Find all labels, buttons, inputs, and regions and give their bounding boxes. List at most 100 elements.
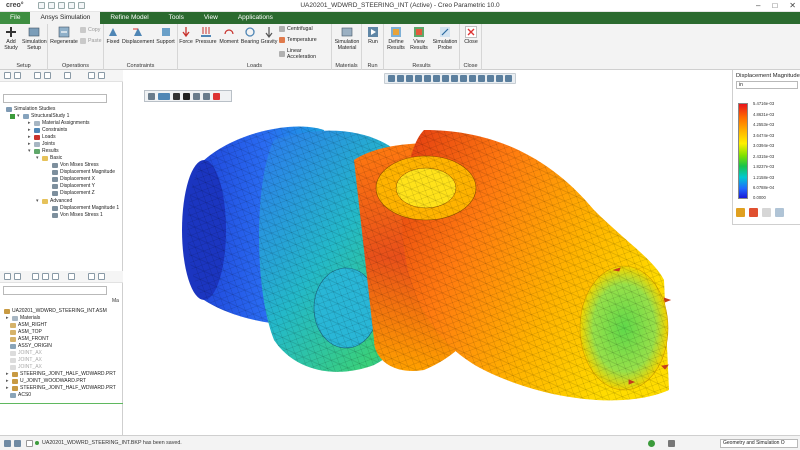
- tree-node-basic[interactable]: ▾ Basic: [36, 155, 62, 161]
- tree-node-displacement-magnitude[interactable]: Displacement Magnitude: [52, 169, 115, 175]
- tree-node-assembly[interactable]: UA20201_WDWRD_STEERING_INT.ASM: [4, 308, 107, 314]
- fixed-button[interactable]: Fixed: [105, 26, 121, 45]
- collapse-icon[interactable]: [98, 273, 105, 280]
- selection-filter-icon[interactable]: [668, 440, 675, 447]
- tree-node-joint-ax-2[interactable]: JOINT_AX: [10, 357, 42, 363]
- tree-columns-icon[interactable]: [32, 273, 39, 280]
- copy-button[interactable]: Copy: [80, 27, 100, 33]
- tab-tools[interactable]: Tools: [159, 12, 194, 24]
- tree-node-structural-study[interactable]: ▾ StructuralStudy 1: [10, 113, 69, 119]
- tree-node-steering-joint-half-1[interactable]: ▸ STEERING_JOINT_HALF_WDWARD.PRT: [6, 371, 116, 377]
- tree-node-displacement-y[interactable]: Displacement Y: [52, 183, 95, 189]
- tree-node-von-mises-stress[interactable]: Von Mises Stress: [52, 162, 99, 168]
- sim-tree-search-input[interactable]: [3, 94, 107, 103]
- selection-filter-select[interactable]: Geometry and Simulation O: [720, 439, 798, 448]
- browser-toggle-icon[interactable]: [14, 440, 21, 447]
- legend-settings-icon[interactable]: [775, 208, 784, 217]
- support-button[interactable]: Support: [155, 26, 176, 45]
- moment-button[interactable]: Moment: [218, 26, 240, 45]
- legend-tick: 1.8237e-03: [753, 164, 775, 169]
- tab-applications[interactable]: Applications: [228, 12, 283, 24]
- collapse-icon[interactable]: [98, 72, 105, 79]
- legend-spectrum-icon[interactable]: [762, 208, 771, 217]
- layer-icon[interactable]: [52, 273, 59, 280]
- tab-view[interactable]: View: [194, 12, 228, 24]
- regen-status-icon[interactable]: [648, 440, 655, 447]
- displacement-button[interactable]: Displacement: [122, 26, 154, 45]
- tree-node-asm-right[interactable]: ASM_RIGHT: [10, 322, 47, 328]
- maximize-icon[interactable]: □: [772, 1, 777, 10]
- active-checkbox-icon[interactable]: [10, 113, 15, 119]
- tree-node-joints[interactable]: ▸ Joints: [28, 141, 55, 147]
- graphics-viewport[interactable]: [124, 70, 732, 435]
- tree-node-u-joint[interactable]: ▸ U_JOINT_WOODWARD.PRT: [6, 378, 86, 384]
- tab-ansys-simulation[interactable]: Ansys Simulation: [30, 12, 101, 24]
- unit-select[interactable]: in: [736, 81, 798, 89]
- simulation-probe-button[interactable]: Simulation Probe: [431, 26, 459, 51]
- expand-icon[interactable]: [88, 273, 95, 280]
- tree-node-asm-top[interactable]: ASM_TOP: [10, 329, 42, 335]
- tree-columns-icon[interactable]: [34, 72, 41, 79]
- tree-node-steering-joint-half-2[interactable]: ▸ STEERING_JOINT_HALF_WDWARD.PRT: [6, 385, 116, 391]
- paste-button[interactable]: Paste: [80, 38, 102, 44]
- display-icon[interactable]: [68, 273, 75, 280]
- pressure-button[interactable]: Pressure: [195, 26, 217, 45]
- close-button[interactable]: Close: [462, 26, 480, 45]
- layer-icon[interactable]: [64, 72, 71, 79]
- show-icon[interactable]: [44, 72, 51, 79]
- coordinate-system-icon: [10, 343, 16, 349]
- tree-node-material-assignments[interactable]: ▸ Material Assignments: [28, 120, 90, 126]
- define-results-button[interactable]: Define Results: [385, 26, 407, 51]
- tree-node-acs0[interactable]: ACS0: [10, 392, 31, 398]
- close-window-icon[interactable]: ✕: [789, 1, 796, 10]
- tree-node-asm-front[interactable]: ASM_FRONT: [10, 336, 49, 342]
- legend-tick: 2.4315e-03: [753, 153, 775, 159]
- legend-edit-icon[interactable]: [749, 208, 758, 217]
- tree-node-results[interactable]: ▾ Results: [28, 148, 59, 154]
- fullscreen-icon[interactable]: [26, 440, 33, 447]
- tab-file[interactable]: File: [0, 12, 31, 24]
- tree-node-displacement-magnitude-1[interactable]: Displacement Magnitude 1: [52, 205, 119, 211]
- legend-tick: 6.0788e-04: [753, 185, 775, 190]
- tree-node-advanced[interactable]: ▾ Advanced: [36, 198, 72, 204]
- force-button[interactable]: Force: [178, 26, 194, 45]
- result-icon: [52, 183, 58, 189]
- run-button[interactable]: Run: [364, 26, 382, 45]
- probe-icon: [439, 26, 451, 38]
- tree-node-loads[interactable]: ▸ Loads: [28, 134, 56, 140]
- simulation-material-button[interactable]: Simulation Material: [333, 26, 361, 51]
- tree-node-materials[interactable]: ▸ Materials: [6, 315, 40, 321]
- tab-refine-model[interactable]: Refine Model: [100, 12, 158, 24]
- tree-node-displacement-z[interactable]: Displacement Z: [52, 190, 95, 196]
- simulation-model-render[interactable]: [124, 70, 732, 435]
- panel-toggle-icon[interactable]: [4, 440, 11, 447]
- tree-node-assy-origin[interactable]: ASSY_ORIGIN: [10, 343, 52, 349]
- simulation-setup-button[interactable]: Simulation Setup: [22, 26, 47, 51]
- tree-node-von-mises-stress-1[interactable]: Von Mises Stress 1: [52, 212, 103, 218]
- view-results-icon: [413, 26, 425, 38]
- tree-node-constraints[interactable]: ▸ Constraints: [28, 127, 67, 133]
- minimize-icon[interactable]: –: [756, 1, 760, 10]
- filter-icon[interactable]: [14, 273, 21, 280]
- model-tree-search-input[interactable]: [3, 286, 107, 295]
- tree-node-joint-ax-3[interactable]: JOINT_AX: [10, 364, 42, 370]
- gravity-button[interactable]: Gravity: [260, 26, 278, 45]
- tree-node-displacement-x[interactable]: Displacement X: [52, 176, 95, 182]
- centrifugal-button[interactable]: Centrifugal: [279, 26, 313, 32]
- model-tree-side-tab[interactable]: Ma: [112, 298, 119, 304]
- add-study-button[interactable]: Add Study: [2, 26, 20, 51]
- tree-node-joint-ax-1[interactable]: JOINT_AX: [10, 350, 42, 356]
- bearing-button[interactable]: Bearing: [240, 26, 260, 45]
- view-results-button[interactable]: View Results: [408, 26, 430, 51]
- expand-icon[interactable]: [88, 72, 95, 79]
- settings-icon[interactable]: [4, 72, 11, 79]
- linear-acceleration-button[interactable]: Linear Acceleration: [279, 48, 331, 60]
- regenerate-button[interactable]: Regenerate: [50, 26, 78, 45]
- filter-icon[interactable]: [14, 72, 21, 79]
- gravity-icon: [263, 26, 275, 38]
- show-icon[interactable]: [42, 273, 49, 280]
- legend-options-icon[interactable]: [736, 208, 745, 217]
- tree-node-simulation-studies[interactable]: Simulation Studies: [6, 106, 55, 112]
- temperature-button[interactable]: Temperature: [279, 37, 317, 43]
- settings-icon[interactable]: [4, 273, 11, 280]
